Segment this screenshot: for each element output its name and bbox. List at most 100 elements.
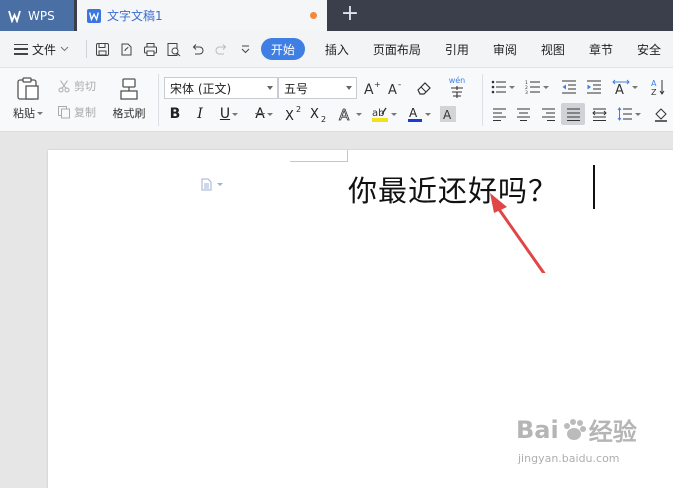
align-center-button[interactable] [512,104,534,124]
distribute-button[interactable] [588,104,610,124]
tab-security[interactable]: 安全 [625,38,673,60]
pinyin-guide-button[interactable]: wén [442,75,472,101]
cut-button[interactable]: 剪切 [57,77,103,95]
text-effect-button[interactable]: A [336,104,364,124]
redo-button[interactable] [210,36,234,62]
print-preview-button[interactable] [162,36,186,62]
chevron-down-icon [232,112,239,116]
copy-label: 复制 [74,106,96,119]
cut-label: 剪切 [74,80,96,93]
document-tab-title: 文字文稿1 [107,9,163,23]
chevron-down-icon [425,112,431,116]
svg-text:X: X [310,107,319,122]
subscript-button[interactable]: X2 [308,104,330,124]
chevron-down-icon [391,112,397,116]
sort-icon: AZ [651,79,665,96]
format-painter-button[interactable]: 格式刷 [108,74,150,124]
tab-references[interactable]: 引用 [433,38,481,60]
undo-button[interactable] [186,36,210,62]
tab-review[interactable]: 审阅 [481,38,529,60]
numbered-list-icon: 123 [525,80,540,94]
paragraph-handle-button[interactable] [201,178,223,191]
divider [482,74,483,126]
svg-text:3: 3 [525,90,528,94]
shrink-font-icon: A- [388,80,401,96]
save-button[interactable] [91,36,115,62]
strikethrough-button[interactable]: A [250,104,278,124]
paragraph-shading-button[interactable] [649,104,673,124]
justify-icon [566,108,580,121]
underline-button[interactable]: U [215,104,243,124]
divider [158,74,159,126]
chevron-down-icon [217,183,223,186]
tab-insert[interactable]: 插入 [313,38,361,60]
hamburger-icon [14,43,28,55]
sort-button[interactable]: AZ [648,77,668,97]
new-tab-button[interactable]: + [339,3,361,26]
paw-icon [563,418,586,440]
writer-doc-icon [87,8,101,23]
print-preview-icon [167,42,181,56]
font-size-value: 五号 [284,81,309,96]
tab-sections[interactable]: 章节 [577,38,625,60]
align-left-icon [492,108,506,121]
bold-button[interactable]: B [165,104,185,124]
line-spacing-button[interactable] [614,104,644,124]
wps-home-tab[interactable]: WPS [0,0,74,31]
chinese-layout-button[interactable]: A [610,77,640,97]
bold-icon: B [169,106,181,122]
svg-text:+: + [374,80,381,89]
file-menu-button[interactable]: 文件 [0,36,82,62]
strikethrough-icon: A [255,106,265,122]
grow-font-button[interactable]: A + [362,77,382,99]
tab-home[interactable]: 开始 [260,38,305,60]
copy-icon [58,106,70,119]
grow-font-icon: A + [364,80,381,96]
paste-button[interactable]: 粘贴 [8,74,48,124]
copy-button[interactable]: 复制 [57,103,103,121]
align-left-button[interactable] [488,104,510,124]
justify-button[interactable] [561,103,585,125]
clear-format-button[interactable] [413,77,435,99]
font-name-select[interactable]: 宋体 (正文) [164,77,278,99]
unsaved-dot-icon [310,12,317,19]
line-spacing-icon [617,107,632,121]
increase-indent-button[interactable] [583,77,605,97]
redo-icon [215,43,227,54]
watermark-suffix: 经验 [588,418,637,446]
shrink-font-button[interactable]: A- [386,77,406,99]
menu-bar: 文件 开始 插入 页面布局 引用 审阅 视图 章节 安全 [0,31,673,68]
export-pdf-button[interactable] [115,36,139,62]
quick-access-more-button[interactable] [233,36,257,62]
decrease-indent-button[interactable] [558,77,580,97]
font-size-select[interactable]: 五号 [278,77,357,99]
file-menu-label: 文件 [32,42,57,57]
watermark-logo: Bai 经验 [516,412,637,447]
ribbon-toolbar: 粘贴 剪切 复制 格式刷 宋体 (正文) 五号 A + A- wén B I U… [0,68,673,132]
italic-button[interactable]: I [190,104,210,124]
format-painter-label: 格式刷 [112,107,146,120]
divider [86,40,88,58]
print-button[interactable] [138,36,162,62]
align-right-button[interactable] [537,104,559,124]
numbering-button[interactable]: 123 [522,77,552,97]
font-color-button[interactable]: A [405,104,433,124]
paint-bucket-icon [655,108,667,122]
chevron-down-icon [266,112,273,116]
character-shading-button[interactable]: A [438,104,458,124]
document-tab[interactable]: 文字文稿1 [77,0,327,31]
svg-text:A: A [364,82,374,96]
chevron-down-icon [543,85,549,89]
bullets-button[interactable] [488,77,518,97]
scissors-icon [58,80,70,93]
svg-text:A: A [651,79,657,88]
paste-label: 粘贴 [13,107,35,120]
chevron-down-icon [356,112,362,116]
tab-view[interactable]: 视图 [529,38,577,60]
highlight-button[interactable]: ab [369,104,399,124]
tab-page-layout[interactable]: 页面布局 [361,38,433,60]
highlighter-icon: ab [372,107,388,122]
svg-text:X: X [285,109,294,123]
printer-icon [143,42,157,56]
superscript-button[interactable]: X2 [283,104,305,124]
